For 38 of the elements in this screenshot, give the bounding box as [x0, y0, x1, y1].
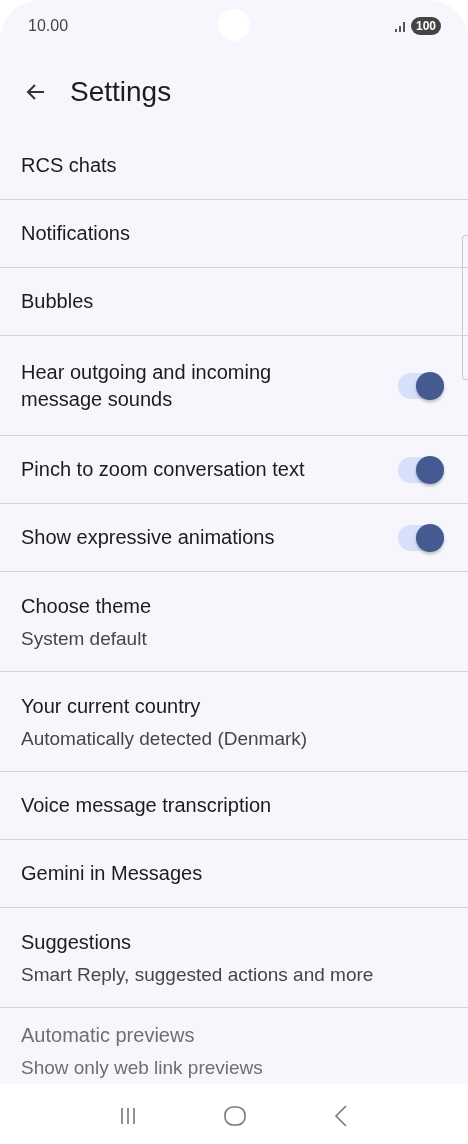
toggle-switch[interactable] — [398, 524, 444, 551]
item-title: Bubbles — [21, 289, 94, 314]
toggle-switch[interactable] — [398, 456, 444, 483]
settings-item[interactable]: Voice message transcription — [0, 772, 468, 840]
settings-item[interactable]: Gemini in Messages — [0, 840, 468, 908]
item-subtitle: Show only web link previews — [21, 1056, 263, 1080]
item-title: Your current country — [21, 693, 202, 719]
item-title: Suggestions — [21, 929, 133, 955]
item-title: Notifications — [21, 221, 130, 246]
settings-item[interactable]: Choose theme System default — [0, 572, 468, 672]
status-time: 10.00 — [28, 17, 69, 35]
settings-item[interactable]: Bubbles — [0, 268, 468, 336]
item-title: Pinch to zoom conversation text — [21, 457, 305, 482]
item-title: Voice message transcription — [21, 793, 272, 818]
home-icon[interactable] — [224, 1106, 246, 1126]
recent-apps-icon[interactable] — [120, 1107, 136, 1125]
settings-item[interactable]: RCS chats — [0, 132, 468, 200]
signal-icon — [394, 20, 407, 32]
battery-level: 100 — [410, 17, 441, 35]
settings-item[interactable]: Show expressive animations — [0, 504, 468, 572]
toggle-switch[interactable] — [398, 372, 444, 399]
settings-item[interactable]: Notifications — [0, 200, 468, 268]
item-title: Choose theme — [21, 593, 152, 619]
page-title: Settings — [70, 76, 172, 108]
settings-item[interactable]: Automatic previews Show only web link previews — [0, 1008, 468, 1080]
item-title: RCS chats — [21, 153, 117, 178]
item-title: Gemini in Messages — [21, 861, 203, 886]
item-subtitle: Automatically detected (Denmark) — [21, 726, 308, 751]
settings-item[interactable]: Pinch to zoom conversation text — [0, 436, 468, 504]
back-icon[interactable] — [334, 1105, 348, 1127]
settings-item[interactable]: Your current country Automatically detected (Denmark) — [0, 672, 468, 772]
item-subtitle: System default — [21, 626, 148, 651]
item-title: Automatic previews — [21, 1023, 196, 1048]
settings-item[interactable]: Suggestions Smart Reply, suggested actions and more — [0, 908, 468, 1008]
item-title: Hear outgoing and incoming message sounds — [21, 359, 273, 412]
item-title: Show expressive animations — [21, 525, 275, 550]
settings-item[interactable]: Hear outgoing and incoming message sounds — [0, 336, 468, 436]
item-subtitle: Smart Reply, suggested actions and more — [21, 962, 374, 987]
